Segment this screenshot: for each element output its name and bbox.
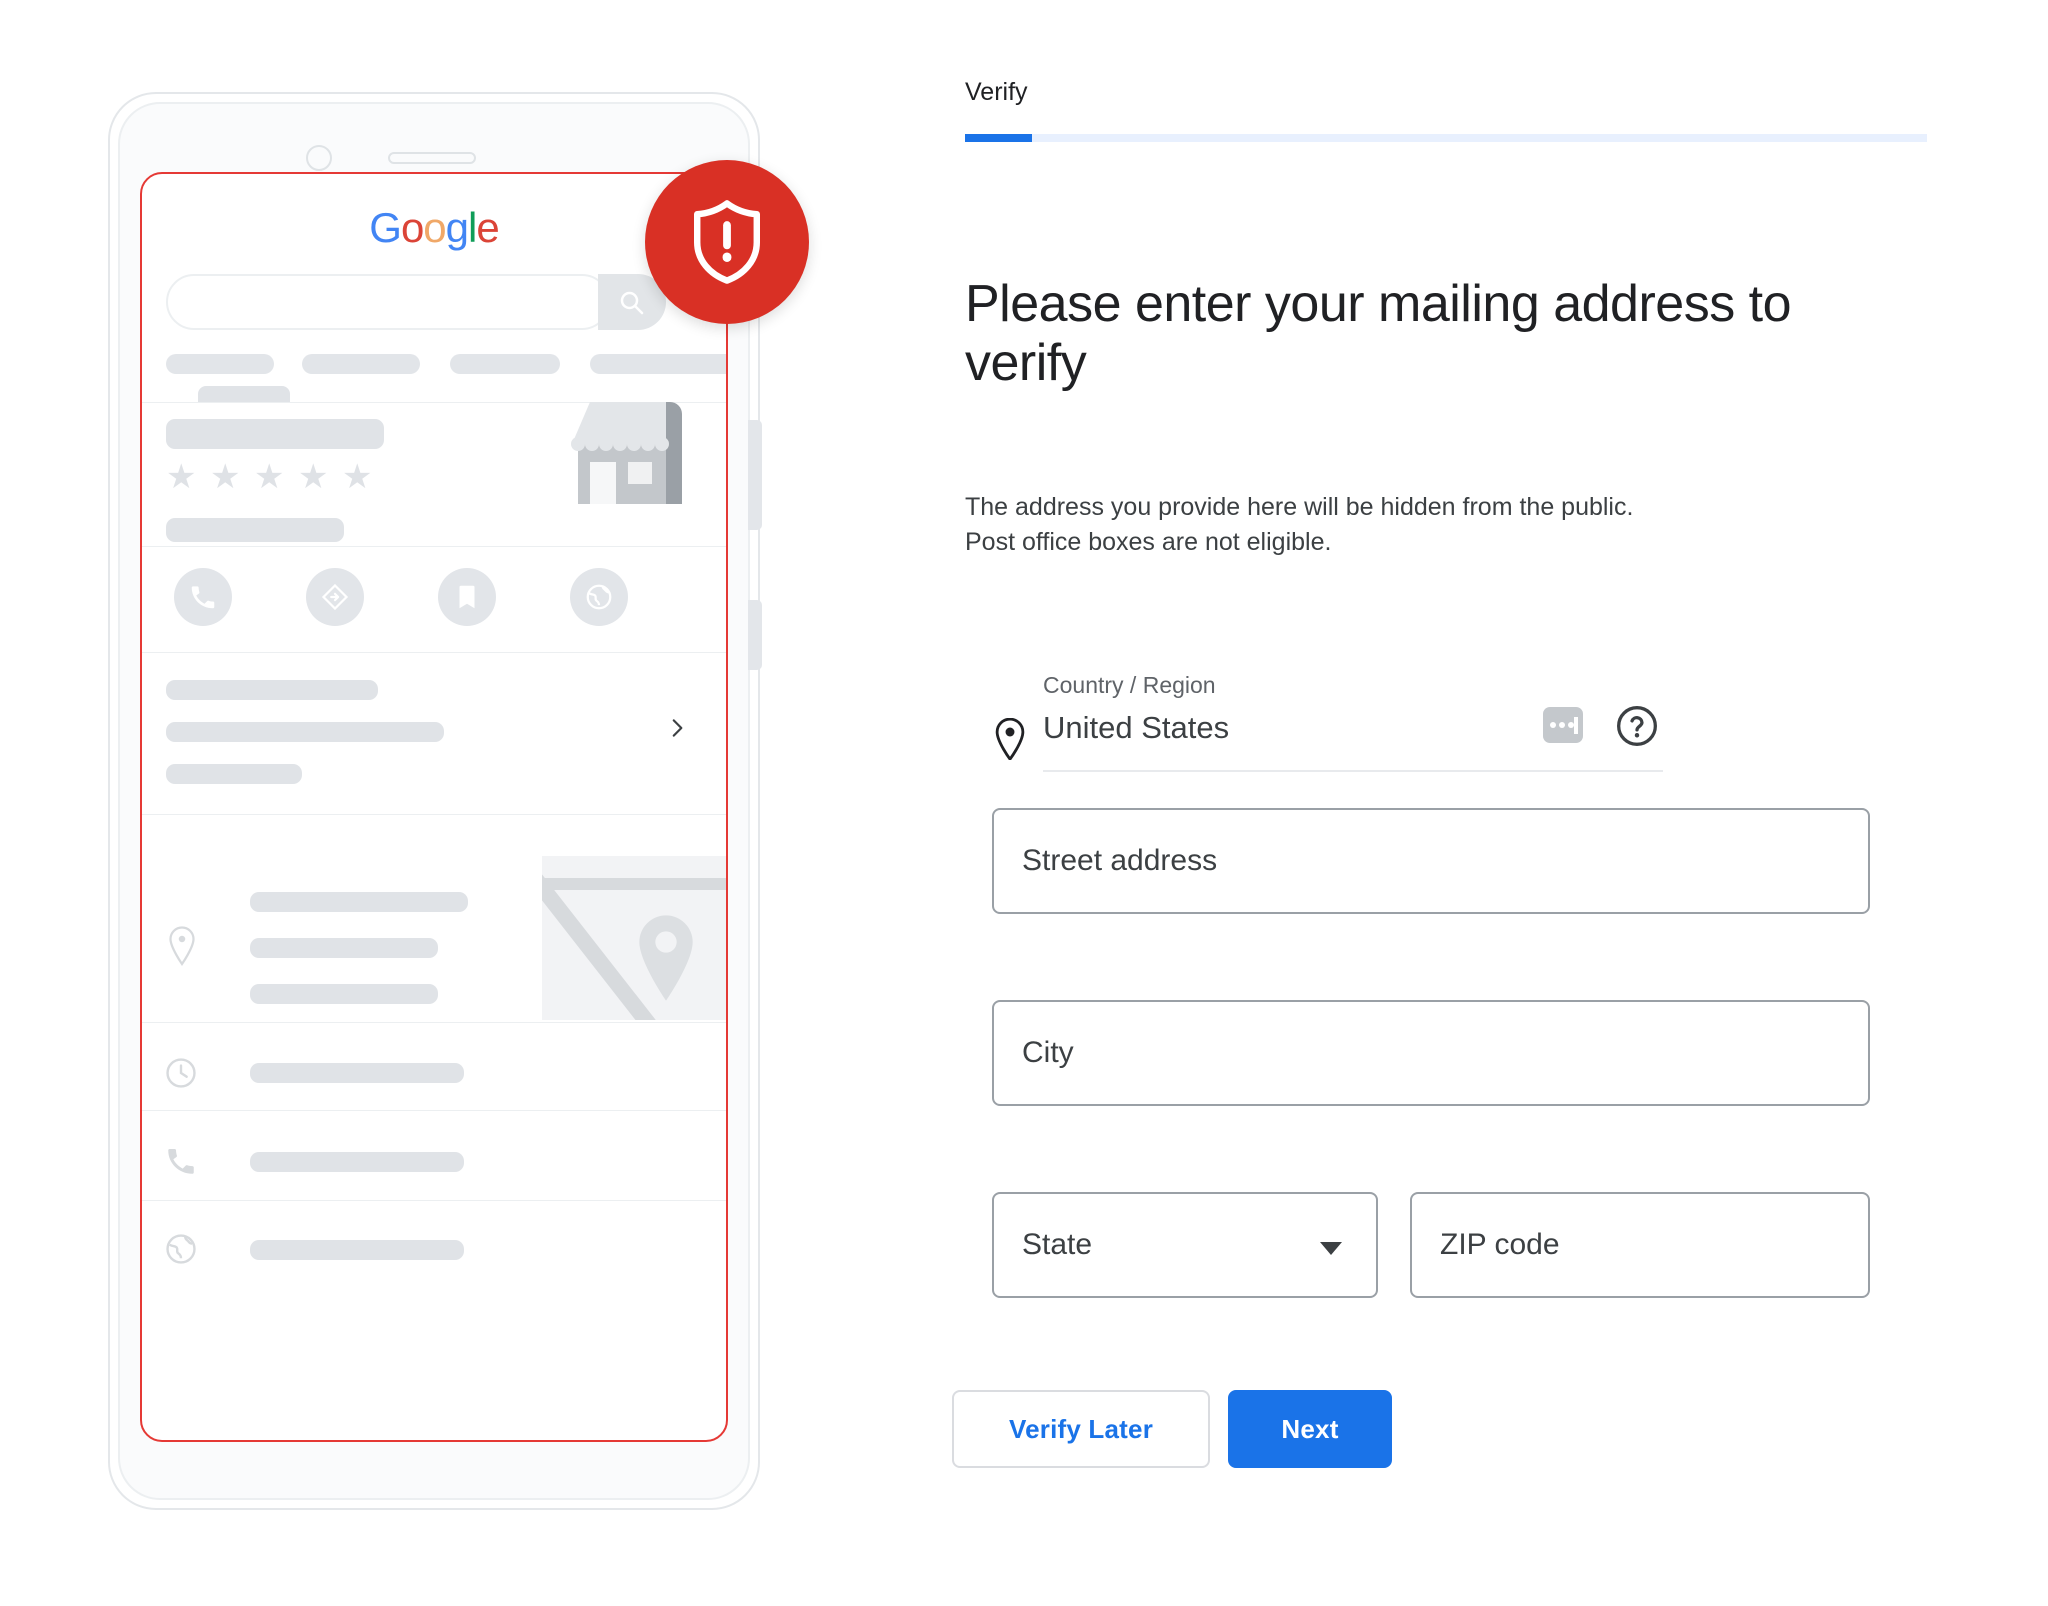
state-select-value: State <box>1022 1228 1093 1261</box>
divider <box>142 1110 726 1111</box>
mock-map-tile <box>542 856 726 1020</box>
mock-chip-partial <box>198 386 290 402</box>
mock-chip <box>302 354 420 374</box>
verify-later-button[interactable]: Verify Later <box>952 1390 1210 1468</box>
star-icon: ★ <box>298 458 329 496</box>
star-icon: ★ <box>342 458 373 496</box>
mock-text-line <box>250 938 438 958</box>
bookmark-icon <box>459 585 475 609</box>
next-button[interactable]: Next <box>1228 1390 1392 1468</box>
mock-action-row <box>142 544 726 654</box>
divider <box>142 814 726 815</box>
mock-chip-row <box>154 354 726 374</box>
call-action-circle <box>174 568 232 626</box>
phone-power-button <box>748 600 762 670</box>
google-logo-letter-e: e <box>476 204 499 251</box>
website-action-circle <box>570 568 628 626</box>
phone-speaker-icon <box>388 152 476 164</box>
star-icon: ★ <box>210 458 241 496</box>
globe-icon <box>586 584 612 610</box>
street-address-input[interactable]: Street address <box>992 808 1870 914</box>
chevron-down-icon <box>1320 1242 1342 1255</box>
phone-mockup-illustration: Google ★ ★ ★ ★ ★ <box>0 0 960 1606</box>
verification-page: Google ★ ★ ★ ★ ★ Verify Please enter you… <box>0 0 2048 1606</box>
phone-volume-button <box>748 420 762 530</box>
mock-chip <box>590 354 726 374</box>
star-icon: ★ <box>166 458 197 496</box>
shield-alert-icon <box>693 200 760 284</box>
star-icon: ★ <box>254 458 285 496</box>
google-logo-letter-o2: o <box>423 204 446 251</box>
mock-business-name-text <box>166 419 384 449</box>
page-description: The address you provide here will be hid… <box>965 493 1634 556</box>
country-field-underline <box>1043 770 1663 772</box>
mock-chip <box>450 354 560 374</box>
location-pin-icon <box>169 926 195 966</box>
divider <box>142 1022 726 1023</box>
globe-icon <box>166 1234 196 1264</box>
country-region-value[interactable]: United States <box>1043 710 1229 746</box>
step-label: Verify <box>965 78 1028 106</box>
divider <box>142 1200 726 1201</box>
country-region-label: Country / Region <box>1043 672 1216 698</box>
mock-text-line <box>166 764 302 784</box>
mock-chip <box>166 354 274 374</box>
mock-text-line <box>250 984 438 1004</box>
state-select[interactable]: State <box>992 1192 1378 1298</box>
storefront-icon <box>571 402 682 504</box>
mock-text-line <box>166 680 378 700</box>
map-pin-icon <box>639 915 693 1001</box>
chevron-right-icon <box>664 712 690 749</box>
flag-placeholder-icon <box>1543 707 1583 743</box>
progress-bar-track <box>965 134 1927 142</box>
mock-rating-stars: ★ ★ ★ ★ ★ <box>166 458 376 496</box>
location-pin-icon <box>995 718 1025 760</box>
phone-icon <box>191 586 215 609</box>
mock-text-line <box>250 1063 464 1083</box>
progress-bar-fill <box>965 134 1033 142</box>
google-logo-letter-o1: o <box>400 204 424 251</box>
phone-screen: Google ★ ★ ★ ★ ★ <box>140 172 728 1442</box>
country-region-row[interactable]: Country / Region United States <box>965 672 1925 782</box>
alert-badge <box>645 160 809 324</box>
google-logo: Google <box>142 204 726 252</box>
directions-action-circle <box>306 568 364 626</box>
mock-text-line <box>166 722 444 742</box>
city-input[interactable]: City <box>992 1000 1870 1106</box>
zip-code-input[interactable]: ZIP code <box>1410 1192 1870 1298</box>
google-logo-letter-l: l <box>468 204 477 251</box>
save-action-circle <box>438 568 496 626</box>
help-icon[interactable] <box>1615 704 1659 748</box>
mock-business-subtitle <box>166 518 344 542</box>
map-road <box>542 878 726 890</box>
phone-icon <box>168 1148 194 1174</box>
google-logo-letter-g2: g <box>445 204 469 251</box>
mock-search-input <box>166 274 610 330</box>
google-logo-letter-g1: G <box>369 204 402 251</box>
mock-text-line <box>250 892 468 912</box>
directions-icon <box>321 583 349 611</box>
clock-icon <box>166 1058 196 1088</box>
phone-camera-icon <box>306 145 332 171</box>
mock-text-line <box>250 1152 464 1172</box>
verify-form-panel: Verify Please enter your mailing address… <box>952 0 2048 1606</box>
divider <box>142 652 726 653</box>
mock-text-line <box>250 1240 464 1260</box>
page-title: Please enter your mailing address to ver… <box>965 274 1792 393</box>
